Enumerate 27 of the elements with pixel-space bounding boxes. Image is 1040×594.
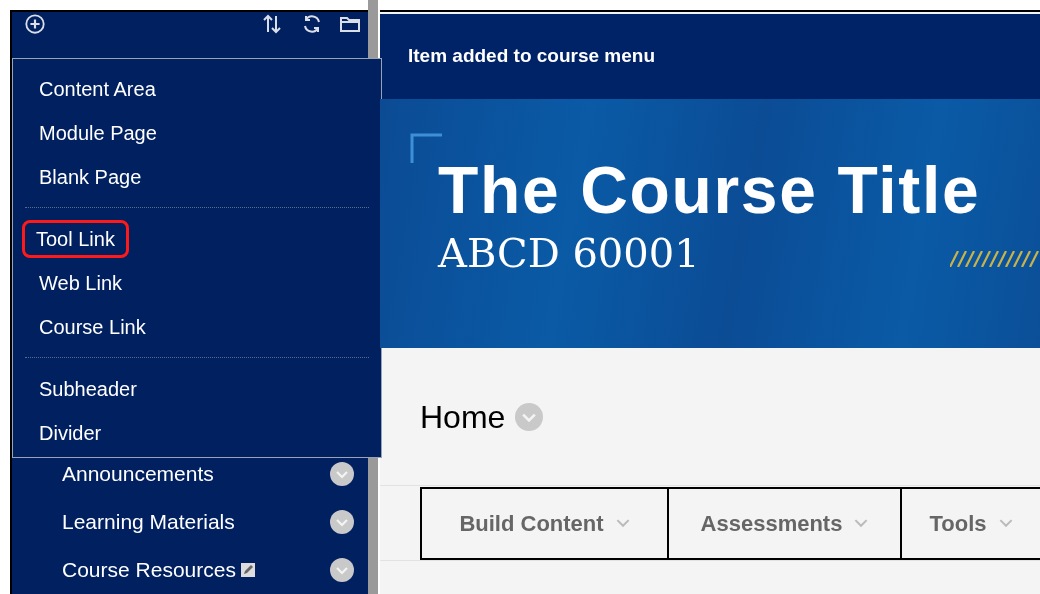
add-menu-item[interactable]: Tool Link: [22, 220, 129, 258]
action-bar-menu-button[interactable]: Assessments: [667, 487, 902, 560]
edit-icon[interactable]: [239, 562, 256, 578]
course-title: The Course Title: [438, 157, 982, 223]
add-menu-item[interactable]: Blank Page: [25, 158, 156, 196]
course-menu-item[interactable]: Announcements: [62, 458, 214, 490]
course-code: ABCD 60001: [438, 233, 700, 273]
add-icon[interactable]: [24, 13, 46, 35]
course-menu-item[interactable]: Course Resources: [62, 554, 236, 586]
page-title: Home: [420, 397, 506, 437]
add-menu-item[interactable]: Content Area: [25, 70, 170, 108]
caret-icon: [854, 519, 869, 528]
add-menu-item[interactable]: Divider: [25, 414, 116, 452]
action-bar-menu-button[interactable]: Build Content: [420, 487, 669, 560]
caret-icon: [998, 519, 1013, 528]
caret-icon: [615, 519, 630, 528]
add-menu-item[interactable]: Course Link: [25, 308, 160, 346]
chevron-circle-icon[interactable]: [330, 462, 354, 486]
add-menu-item[interactable]: Web Link: [25, 264, 136, 302]
add-menu-item[interactable]: Subheader: [25, 370, 151, 408]
add-menu-item[interactable]: Module Page: [25, 114, 171, 152]
notice-text: Item added to course menu: [408, 44, 656, 69]
chevron-circle-icon[interactable]: [330, 558, 354, 582]
course-menu-item[interactable]: Learning Materials: [62, 506, 235, 538]
corner-bracket-icon: [410, 133, 442, 163]
chevron-circle-icon[interactable]: [330, 510, 354, 534]
action-bar-menu-button[interactable]: Tools: [900, 487, 1040, 560]
